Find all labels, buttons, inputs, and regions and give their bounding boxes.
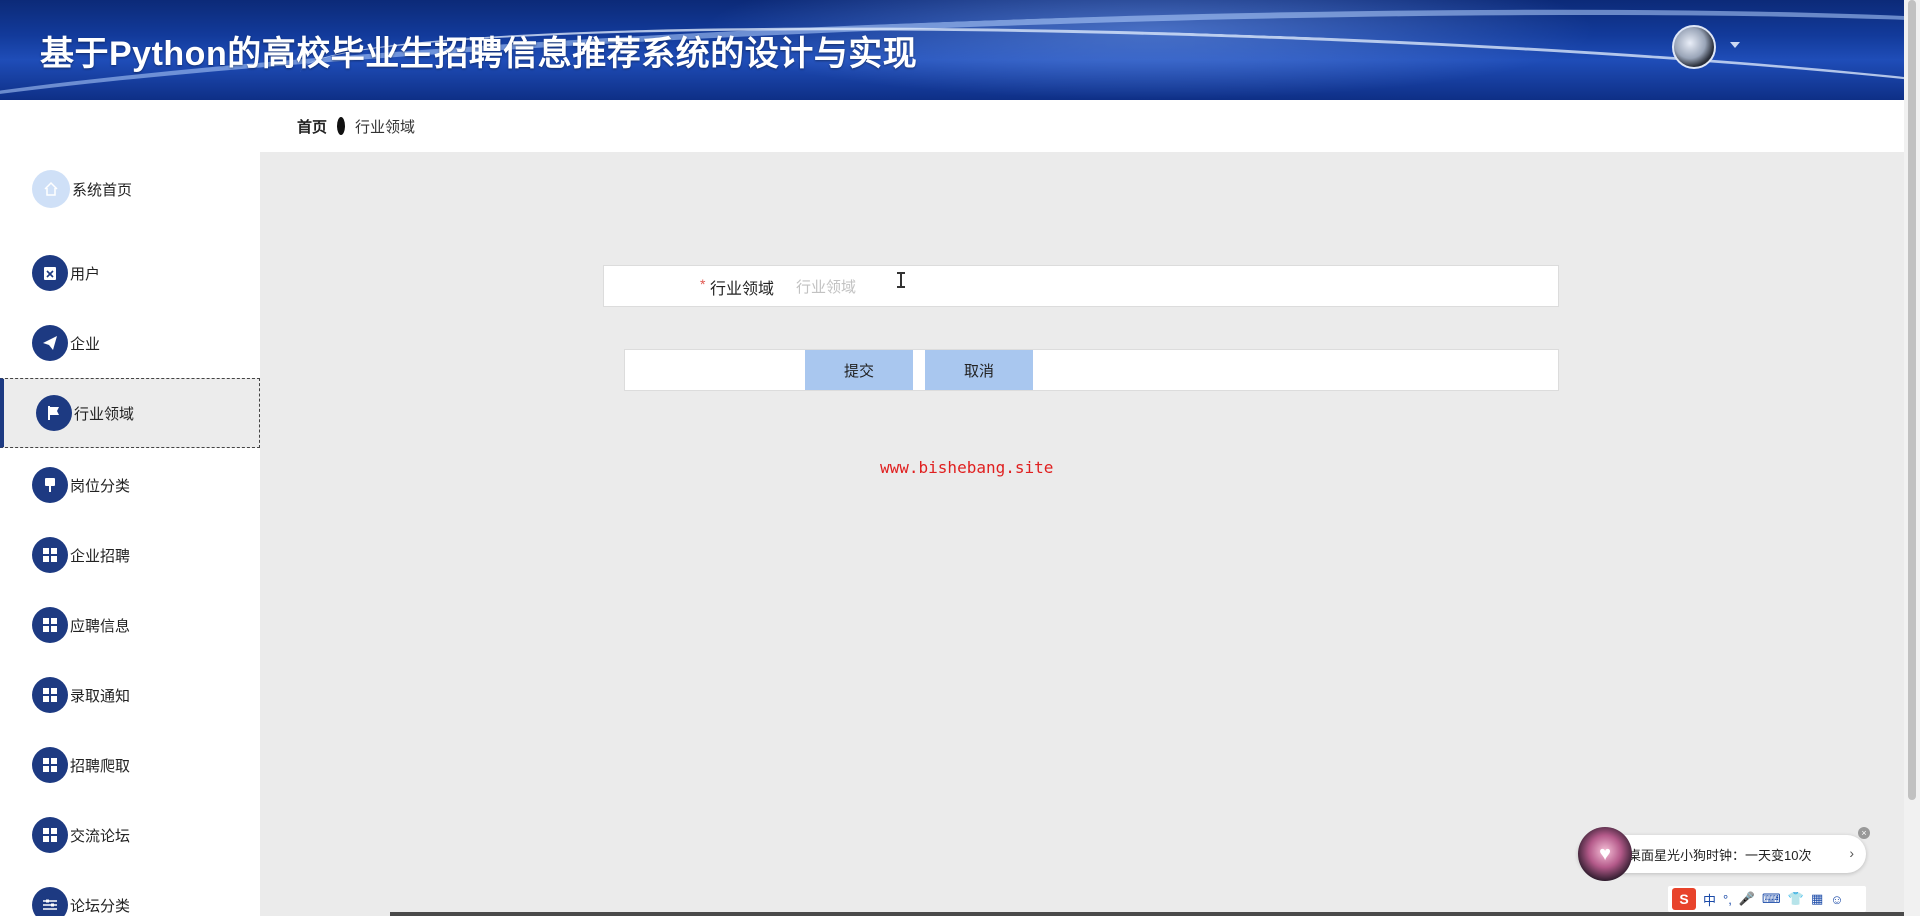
sidebar-item-forum[interactable]: 交流论坛 <box>0 800 260 870</box>
pin-icon <box>32 467 68 503</box>
industry-form-row: * 行业领域 <box>603 265 1559 307</box>
scrollbar-thumb[interactable] <box>1908 0 1916 800</box>
ime-toolbar[interactable]: S 中 °, 🎤 ⌨ 👕 ▦ ☺ <box>1668 886 1866 912</box>
apps-grid-icon[interactable]: ▦ <box>1811 891 1823 907</box>
user-avatar[interactable] <box>1672 25 1716 69</box>
grid-icon <box>32 747 68 783</box>
grid-icon <box>32 817 68 853</box>
breadcrumb-current: 行业领域 <box>355 118 416 136</box>
app-header: 基于Python的高校毕业生招聘信息推荐系统的设计与实现 <box>0 0 1904 100</box>
sidebar-item-label: 行业领域 <box>74 405 135 423</box>
ime-logo-icon[interactable]: S <box>1672 888 1696 910</box>
breadcrumb: 首页 行业领域 <box>260 100 1904 152</box>
sidebar-item-applications[interactable]: 应聘信息 <box>0 590 260 660</box>
site-watermark: www.bishebang.site <box>880 458 1054 477</box>
submit-button[interactable]: 提交 <box>805 350 913 390</box>
punctuation-icon[interactable]: °, <box>1723 892 1732 907</box>
sidebar-item-label: 企业招聘 <box>70 547 131 565</box>
sidebar-item-job-category[interactable]: 岗位分类 <box>0 450 260 520</box>
sidebar-item-label: 岗位分类 <box>70 477 131 495</box>
required-mark: * <box>700 276 706 292</box>
page-scrollbar[interactable] <box>1904 0 1920 916</box>
desktop-notification[interactable]: ♥ 桌面星光小狗时钟：一天变10次 › <box>1578 827 1866 881</box>
sidebar-item-label: 录取通知 <box>70 687 131 705</box>
sidebar-item-label: 应聘信息 <box>70 617 131 635</box>
page-title: 基于Python的高校毕业生招聘信息推荐系统的设计与实现 <box>40 35 918 73</box>
form-actions: 提交 取消 <box>624 349 1559 391</box>
sidebar-item-crawler[interactable]: 招聘爬取 <box>0 730 260 800</box>
sidebar-item-industry[interactable]: 行业领域 <box>0 378 260 448</box>
breadcrumb-home[interactable]: 首页 <box>297 116 327 137</box>
sidebar-item-label: 招聘爬取 <box>70 757 131 775</box>
clipboard-icon <box>32 255 68 291</box>
grid-icon <box>32 607 68 643</box>
home-icon <box>32 170 70 208</box>
grid-icon <box>32 537 68 573</box>
sidebar: 系统首页 用户 企业 行业领域 岗位分类 企业招聘 应聘信息 录取通知 招聘爬取… <box>0 100 260 916</box>
notification-text: 桌面星光小狗时钟：一天变10次 <box>1628 847 1812 863</box>
skin-icon[interactable]: 👕 <box>1788 891 1804 907</box>
pet-clock-icon: ♥ <box>1578 827 1632 881</box>
sidebar-item-offers[interactable]: 录取通知 <box>0 660 260 730</box>
sidebar-item-label: 企业 <box>70 335 101 353</box>
sidebar-item-home[interactable]: 系统首页 <box>0 154 260 224</box>
grid-icon <box>32 677 68 713</box>
mascot-icon[interactable]: ☺ <box>1830 892 1843 907</box>
industry-field-label: 行业领域 <box>710 281 775 298</box>
sidebar-item-label: 系统首页 <box>72 181 133 199</box>
industry-input[interactable] <box>796 272 1536 302</box>
text-cursor-icon <box>897 272 905 288</box>
keyboard-icon[interactable]: ⌨ <box>1762 891 1781 907</box>
sidebar-item-forum-category[interactable]: 论坛分类 <box>0 870 260 916</box>
cancel-button[interactable]: 取消 <box>925 350 1033 390</box>
flag-icon <box>36 395 72 431</box>
sidebar-item-enterprise[interactable]: 企业 <box>0 308 260 378</box>
taskbar-edge <box>390 912 1904 916</box>
sidebar-item-users[interactable]: 用户 <box>0 238 260 308</box>
breadcrumb-separator-icon <box>337 117 346 135</box>
sidebar-item-label: 用户 <box>70 265 101 283</box>
sidebar-item-label: 论坛分类 <box>70 897 131 915</box>
chevron-right-icon[interactable]: › <box>1849 845 1854 861</box>
sidebar-item-label: 交流论坛 <box>70 827 131 845</box>
sliders-icon <box>32 887 68 916</box>
sidebar-item-recruitment[interactable]: 企业招聘 <box>0 520 260 590</box>
close-icon[interactable]: × <box>1858 827 1870 839</box>
chevron-down-icon[interactable] <box>1730 42 1740 48</box>
microphone-icon[interactable]: 🎤 <box>1739 891 1755 907</box>
ime-mode[interactable]: 中 <box>1703 890 1716 909</box>
paper-plane-icon <box>32 325 68 361</box>
